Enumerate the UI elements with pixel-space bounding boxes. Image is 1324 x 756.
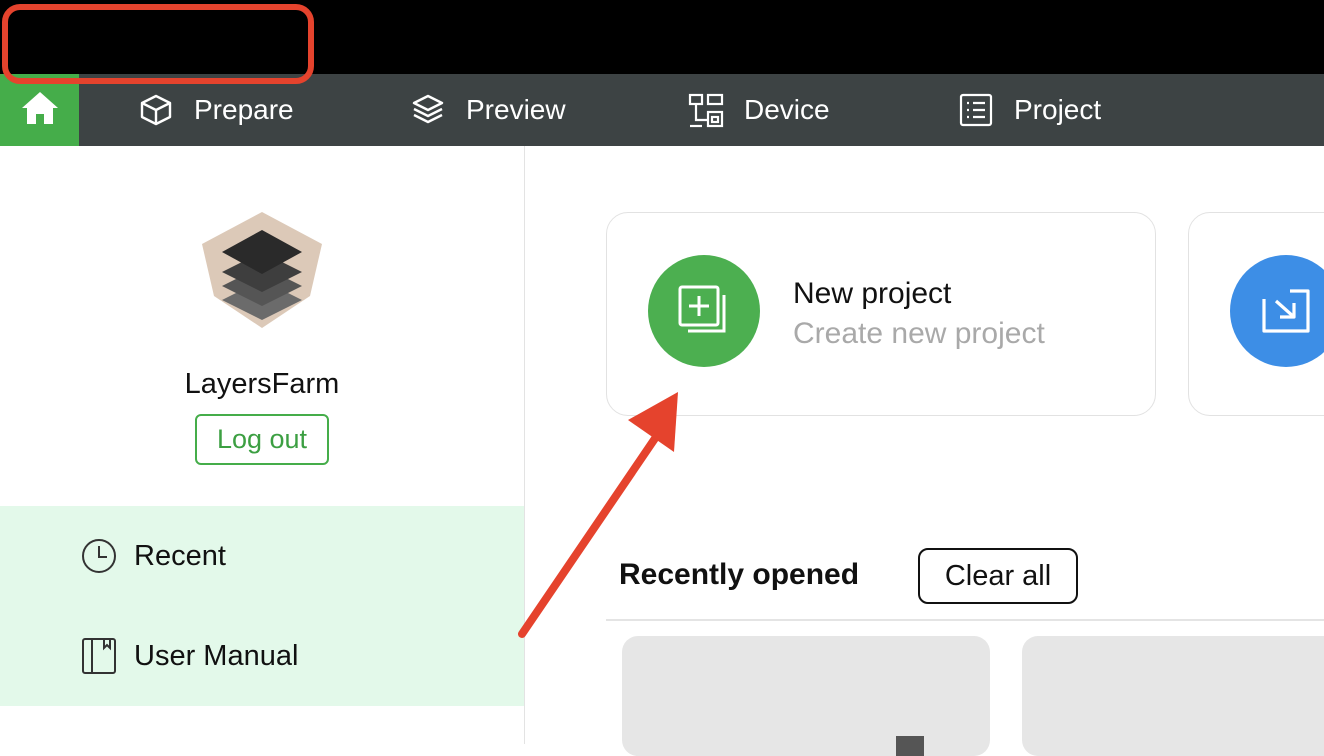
import-card[interactable] xyxy=(1188,212,1324,416)
nav-tab-device[interactable]: Device xyxy=(688,74,830,146)
username: LayersFarm xyxy=(184,368,340,400)
clear-all-button[interactable]: Clear all xyxy=(918,548,1078,604)
nav-tab-label: Project xyxy=(1014,94,1102,125)
sidebar-item-label: Recent xyxy=(134,539,226,572)
nav-tab-preview[interactable]: Preview xyxy=(410,74,566,146)
sidebar-menu: Recent User Manual xyxy=(0,506,524,706)
home-tab[interactable] xyxy=(0,74,79,146)
annotation-arrow-icon xyxy=(518,392,678,638)
nav-tab-prepare[interactable]: Prepare xyxy=(138,74,294,146)
recent-project-thumbnail[interactable] xyxy=(1022,636,1324,756)
logout-button[interactable]: Log out xyxy=(195,414,329,465)
highlight-annotation-box xyxy=(2,4,314,84)
import-icon xyxy=(1230,255,1324,367)
device-icon xyxy=(688,92,724,128)
list-icon xyxy=(958,92,994,128)
recent-project-thumbnail[interactable] xyxy=(622,636,990,756)
nav-tab-label: Prepare xyxy=(194,94,294,125)
app-logo xyxy=(190,208,334,332)
nav-tab-label: Device xyxy=(744,94,830,125)
nav-tab-project[interactable]: Project xyxy=(958,74,1101,146)
card-subtitle: Create new project xyxy=(793,317,1045,350)
layers-icon xyxy=(410,92,446,128)
top-navigation-bar: Prepare Preview Device Project xyxy=(0,74,1324,146)
cube-icon xyxy=(138,92,174,128)
new-project-card[interactable]: New project Create new project xyxy=(606,212,1156,416)
sidebar-item-label: User Manual xyxy=(134,639,299,672)
sidebar-item-user-manual[interactable]: User Manual xyxy=(80,636,298,676)
divider xyxy=(606,619,1324,621)
home-icon xyxy=(20,90,60,131)
sidebar-item-recent[interactable]: Recent xyxy=(80,536,226,576)
card-title: New project xyxy=(793,277,952,310)
new-project-icon xyxy=(648,255,760,367)
clock-icon xyxy=(80,537,118,575)
sidebar: LayersFarm Log out Recent User Manual xyxy=(0,146,525,744)
thumbnail-model-icon xyxy=(896,736,924,756)
book-icon xyxy=(80,637,118,675)
nav-tab-label: Preview xyxy=(466,94,566,125)
